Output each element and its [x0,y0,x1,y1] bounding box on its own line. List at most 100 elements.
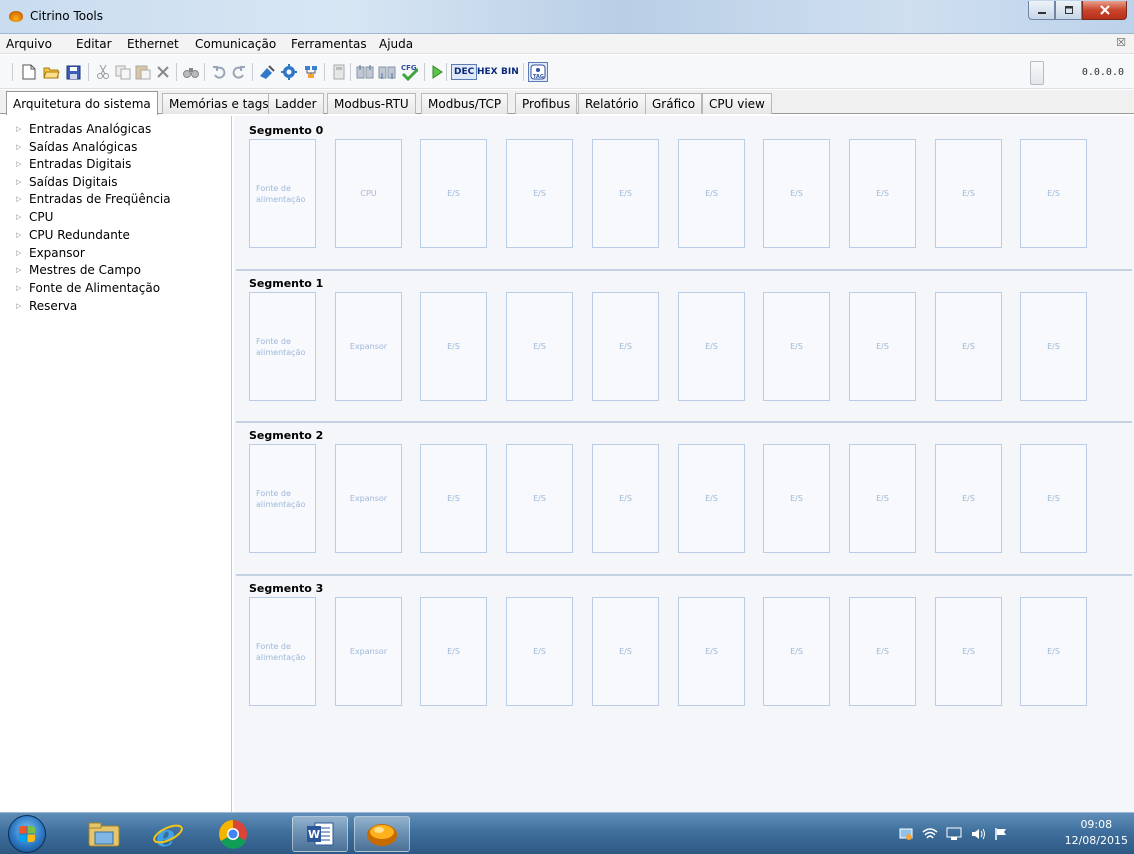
rack-slot[interactable]: E/S [506,597,573,706]
rack-slot[interactable]: E/S [420,597,487,706]
rack-slot[interactable]: E/S [592,292,659,401]
expand-arrow-icon[interactable]: ▷ [16,284,26,292]
rack-slot[interactable]: E/S [763,292,830,401]
open-folder-icon[interactable] [42,63,60,81]
tree-item-cpu-redundante[interactable]: ▷ CPU Redundante [16,228,130,242]
rack-slot[interactable]: E/S [678,139,745,248]
menu-ethernet[interactable]: Ethernet [127,37,179,51]
tab-memorias-e-tags[interactable]: Memórias e tags [162,93,276,114]
rack-slot[interactable]: E/S [935,292,1002,401]
tree-item-entradas-analogicas[interactable]: ▷ Entradas Analógicas [16,122,151,136]
cut-icon[interactable] [94,63,112,81]
undo-icon[interactable] [210,63,228,81]
menu-ferramentas[interactable]: Ferramentas [291,37,367,51]
tree-item-reserva[interactable]: ▷ Reserva [16,299,77,313]
expand-arrow-icon[interactable]: ▷ [16,160,26,168]
rack-slot[interactable]: E/S [849,597,916,706]
volume-icon[interactable] [970,827,986,844]
rack-slot[interactable]: Expansor [335,444,402,553]
mdi-close-icon[interactable]: ☒ [1116,36,1126,49]
rack-slot[interactable]: E/S [1020,139,1087,248]
expand-arrow-icon[interactable]: ▷ [16,249,26,257]
start-button[interactable] [8,815,46,853]
rack-slot[interactable]: Expansor [335,597,402,706]
tree-item-mestres-de-campo[interactable]: ▷ Mestres de Campo [16,263,141,277]
action-center-icon[interactable] [946,827,962,844]
minimize-button[interactable] [1028,1,1055,20]
rack-slot[interactable]: Fonte de alimentação [249,597,316,706]
rack-slot[interactable]: E/S [592,444,659,553]
rack-slot[interactable]: E/S [849,139,916,248]
file-explorer-icon[interactable] [76,816,132,852]
tree-item-entradas-digitais[interactable]: ▷ Entradas Digitais [16,157,131,171]
rack-slot[interactable]: Expansor [335,292,402,401]
tag-icon[interactable]: TAG [528,62,548,82]
menu-editar[interactable]: Editar [76,37,112,51]
rack-slot[interactable]: E/S [506,139,573,248]
rack-slot[interactable]: E/S [592,597,659,706]
rack-slot[interactable]: CPU [335,139,402,248]
citrino-tools-icon[interactable] [354,816,410,852]
cfg-check-icon[interactable]: CFG [400,63,418,81]
tab-modbus-rtu[interactable]: Modbus-RTU [327,93,416,114]
expand-arrow-icon[interactable]: ▷ [16,178,26,186]
menu-comunicacao[interactable]: Comunicação [195,37,276,51]
tab-cpu-view[interactable]: CPU view [702,93,772,114]
save-icon[interactable] [64,63,82,81]
tab-arquitetura-do-sistema[interactable]: Arquitetura do sistema [6,91,158,115]
compile-icon[interactable] [330,63,348,81]
tab-ladder[interactable]: Ladder [268,93,324,114]
download-icon[interactable] [378,63,396,81]
flag-icon[interactable] [994,827,1008,844]
rack-slot[interactable]: Fonte de alimentação [249,444,316,553]
rack-slot[interactable]: E/S [678,292,745,401]
maximize-button[interactable] [1055,1,1082,20]
toolbar-scroll-handle[interactable] [1030,61,1044,85]
upload-icon[interactable] [356,63,374,81]
rack-slot[interactable]: E/S [763,139,830,248]
expand-arrow-icon[interactable]: ▷ [16,125,26,133]
expand-arrow-icon[interactable]: ▷ [16,231,26,239]
chrome-icon[interactable] [205,816,261,852]
dec-button[interactable]: DEC [451,64,478,80]
tree-item-saidas-digitais[interactable]: ▷ Saídas Digitais [16,175,118,189]
new-file-icon[interactable] [20,63,38,81]
rack-slot[interactable]: E/S [420,292,487,401]
tree-item-saidas-analogicas[interactable]: ▷ Saídas Analógicas [16,140,137,154]
settings-gear-icon[interactable] [280,63,298,81]
expand-arrow-icon[interactable]: ▷ [16,143,26,151]
close-button[interactable] [1082,1,1127,20]
tree-item-entradas-de-frequencia[interactable]: ▷ Entradas de Freqüência [16,192,171,206]
rack-slot[interactable]: E/S [506,292,573,401]
rack-slot[interactable]: E/S [763,444,830,553]
find-icon[interactable] [182,63,200,81]
menu-ajuda[interactable]: Ajuda [379,37,413,51]
rack-slot[interactable]: E/S [678,444,745,553]
network-icon[interactable] [302,63,320,81]
wifi-icon[interactable] [922,827,938,844]
system-clock[interactable]: 09:08 12/08/2015 [1065,817,1128,849]
menu-arquivo[interactable]: Arquivo [6,37,52,51]
network-tray-icon[interactable] [898,827,914,844]
rack-slot[interactable]: Fonte de alimentação [249,139,316,248]
word-icon[interactable]: W [292,816,348,852]
tab-profibus[interactable]: Profibus [515,93,578,114]
tree-item-cpu[interactable]: ▷ CPU [16,210,53,224]
rack-slot[interactable]: E/S [849,444,916,553]
delete-icon[interactable] [154,63,172,81]
copy-icon[interactable] [114,63,132,81]
expand-arrow-icon[interactable]: ▷ [16,266,26,274]
connect-icon[interactable] [258,63,276,81]
rack-slot[interactable]: E/S [420,139,487,248]
run-icon[interactable] [428,63,446,81]
rack-slot[interactable]: E/S [849,292,916,401]
expand-arrow-icon[interactable]: ▷ [16,195,26,203]
hex-button[interactable]: HEX [475,64,500,80]
rack-slot[interactable]: E/S [935,444,1002,553]
expand-arrow-icon[interactable]: ▷ [16,302,26,310]
rack-slot[interactable]: E/S [935,139,1002,248]
rack-slot[interactable]: Fonte de alimentação [249,292,316,401]
rack-slot[interactable]: E/S [935,597,1002,706]
tree-item-fonte-de-alimentacao[interactable]: ▷ Fonte de Alimentação [16,281,160,295]
redo-icon[interactable] [230,63,248,81]
